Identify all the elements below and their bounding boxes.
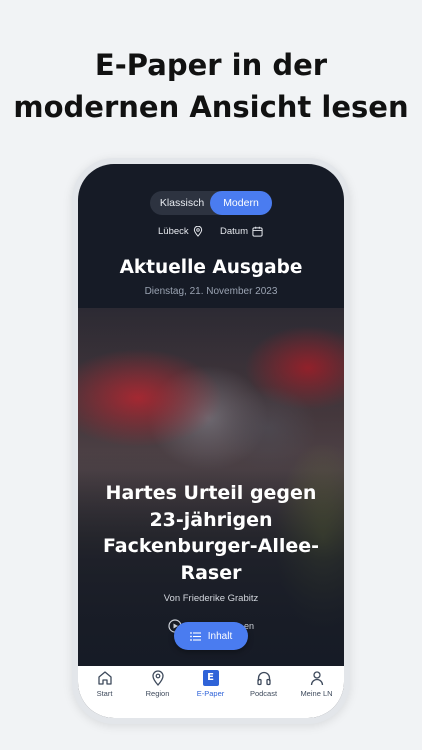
tab-meine-ln-label: Meine LN (300, 689, 333, 698)
promo-headline-line1: E-Paper in der (94, 48, 328, 82)
promo-headline-line2: modernen Ansicht lesen (13, 90, 409, 124)
article-headline-line1: Hartes Urteil gegen (105, 482, 317, 504)
epaper-icon: E (202, 670, 219, 686)
location-pin-icon (193, 226, 202, 237)
tab-podcast[interactable]: Podcast (237, 670, 290, 710)
tab-region-label: Region (145, 689, 170, 698)
article-headline-line2: 23-jährigen (149, 508, 273, 531)
tab-epaper-label: E-Paper (196, 689, 225, 698)
article-headline-line3: Fackenburger-Allee- (102, 535, 320, 557)
article-byline: Von Friederike Grabitz (163, 593, 259, 604)
article-headline[interactable]: Hartes Urteil gegen 23-jährigen Fackenbu… (96, 480, 326, 586)
tab-epaper[interactable]: E E-Paper (184, 670, 237, 710)
tab-start[interactable]: Start (78, 670, 131, 710)
tab-meine-ln[interactable]: Meine LN (290, 670, 343, 710)
issue-date: Dienstag, 21. November 2023 (144, 286, 278, 297)
app-screen: Klassisch Modern Lübeck Datum Aktuelle A… (78, 164, 344, 718)
issue-title: Aktuelle Ausgabe (119, 257, 303, 278)
phone-frame: Klassisch Modern Lübeck Datum Aktuelle A… (72, 158, 350, 724)
list-icon (189, 631, 201, 641)
inhalt-button-label: Inhalt (207, 630, 233, 642)
home-icon (97, 671, 112, 685)
article-headline-line4: Raser (180, 561, 242, 584)
view-toggle[interactable]: Klassisch Modern (150, 191, 272, 215)
date-filter[interactable]: Datum (220, 226, 263, 237)
inhalt-button[interactable]: Inhalt (174, 622, 248, 650)
filter-row: Lübeck Datum (78, 226, 344, 242)
promo-headline: E-Paper in der modernen Ansicht lesen (0, 44, 422, 128)
region-filter-label: Lübeck (158, 226, 189, 237)
toggle-option-modern[interactable]: Modern (210, 191, 272, 215)
region-filter[interactable]: Lübeck (158, 226, 203, 237)
date-filter-label: Datum (220, 226, 248, 237)
location-pin-icon (151, 670, 164, 686)
bottom-tab-bar: Start Region E E-Paper Podcast Meine LN (78, 666, 344, 718)
tab-region[interactable]: Region (131, 670, 184, 710)
user-icon (310, 671, 323, 686)
calendar-icon (252, 226, 263, 237)
tab-start-label: Start (96, 689, 113, 698)
toggle-option-klassisch[interactable]: Klassisch (154, 191, 210, 215)
tab-podcast-label: Podcast (249, 689, 278, 698)
headphones-icon (256, 671, 271, 686)
